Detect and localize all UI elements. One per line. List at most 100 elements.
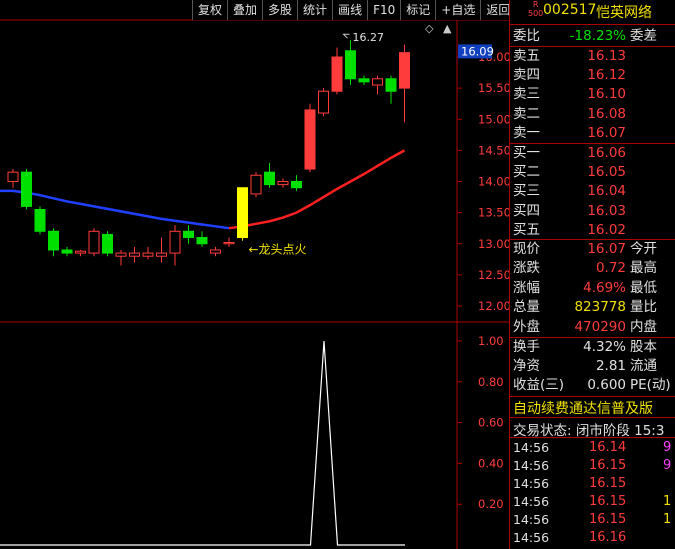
tick-vol: 1: [663, 494, 672, 509]
badge-bottom: 500: [528, 9, 544, 18]
quote2-row-right: PE(动): [630, 377, 671, 394]
candle-body: [318, 90, 329, 114]
quote-row-right: 今开: [630, 241, 657, 257]
ask-row: 卖二 16.08: [513, 105, 675, 124]
candle-body: [48, 230, 59, 251]
tick-price: 16.15: [589, 512, 627, 527]
promo-banner[interactable]: 自动续费通达信普及版: [513, 398, 653, 418]
bid-row-label: 买一: [513, 145, 540, 161]
tick-time: 14:56: [513, 512, 550, 527]
candle-body: [169, 230, 181, 254]
candle-body: [183, 230, 194, 239]
price-tick-label: 14.50: [478, 143, 509, 157]
quote-panel: R 500 002517 恺英网络 委比 -18.23% 委差 卖五 16.13 卖…: [509, 0, 675, 549]
high-annotation: 16.27: [353, 31, 385, 44]
quote2-row-right: 股本: [630, 339, 657, 355]
candle-body: [250, 174, 262, 195]
signal-annotation: ←龙头点火: [249, 243, 307, 257]
tick-price: 16.15: [589, 494, 627, 509]
ask-row-label: 卖三: [513, 86, 540, 103]
tick-vol: 9: [663, 458, 672, 473]
quote-row-right: 量比: [630, 299, 657, 316]
bid-row-label: 买二: [513, 164, 540, 181]
ind-tick-label: 1.00: [478, 334, 504, 348]
divider: [510, 417, 675, 418]
quote-row-right: 最高: [630, 260, 657, 277]
candle-body: [264, 171, 275, 186]
candle-body: [102, 233, 113, 254]
quote-row-right: 内盘: [630, 318, 657, 335]
candle-body: [34, 209, 46, 232]
candle-body: [196, 237, 208, 245]
bid-row: 买二 16.05: [513, 163, 675, 182]
candle-body: [304, 109, 316, 170]
bid-row-value: 16.06: [587, 145, 626, 161]
quote2-row-value: 4.32%: [583, 339, 626, 355]
bid-row-label: 买四: [513, 202, 540, 219]
tick-row: 14:56 16.16: [513, 528, 675, 547]
toolbar-button-7[interactable]: +自选: [435, 0, 481, 20]
divider: [510, 24, 675, 25]
candle-body: [88, 230, 100, 254]
price-tick-label: 12.50: [478, 268, 509, 282]
bid-row-value: 16.05: [587, 164, 626, 181]
quote-row-value: 470290: [574, 318, 626, 335]
toolbar-button-2[interactable]: 多股: [262, 0, 298, 20]
bid-row: 买五 16.02: [513, 221, 675, 240]
quote-row-right: 最低: [630, 279, 657, 296]
diamond-icon[interactable]: ◇: [425, 22, 433, 35]
weicha-label: 委差: [630, 28, 657, 44]
weibi-value: -18.23%: [569, 28, 626, 44]
tick-time: 14:56: [513, 440, 550, 455]
quote2-row: 换手 4.32% 股本: [513, 338, 675, 357]
ask-row: 卖三 16.10: [513, 85, 675, 104]
tick-row: 14:56 16.15 1: [513, 510, 675, 529]
candle-body: [291, 181, 302, 189]
quote-row: 外盘 470290 内盘: [513, 318, 675, 337]
candle-body: [345, 50, 356, 80]
toolbar-button-4[interactable]: 画线: [332, 0, 368, 20]
ind-tick-label: 0.40: [478, 456, 504, 470]
toolbar-button-5[interactable]: F10: [367, 0, 401, 20]
ask-row: 卖一 16.07: [513, 124, 675, 143]
ask-row-value: 16.12: [587, 67, 626, 84]
quote2-row-right: 流通: [630, 358, 657, 375]
price-tick-label: 15.00: [478, 112, 509, 126]
quote2-row-label: 换手: [513, 339, 540, 355]
quote-row-label: 总量: [513, 299, 540, 316]
ask-row: 卖五 16.13: [513, 47, 675, 66]
kline-chart[interactable]: 16.0015.5015.0014.5014.0013.5013.0012.50…: [0, 0, 509, 549]
ask-row-label: 卖二: [513, 105, 540, 122]
toolbar-button-0[interactable]: 复权: [192, 0, 228, 20]
candle-body: [358, 78, 370, 83]
tick-price: 16.15: [589, 476, 627, 491]
toolbar-button-3[interactable]: 统计: [297, 0, 333, 20]
ind-tick-label: 0.60: [478, 416, 504, 430]
ask-row-value: 16.10: [587, 86, 626, 103]
high-marker-icon: [342, 33, 350, 39]
quote-row-label: 外盘: [513, 318, 540, 335]
quote-row: 现价 16.07 今开: [513, 240, 675, 259]
bid-row-value: 16.02: [587, 221, 626, 238]
toolbar-button-6[interactable]: 标记: [400, 0, 436, 20]
ma-blue-line: [0, 189, 230, 230]
up-arrow-icon[interactable]: ▲: [443, 22, 451, 35]
candle-body: [223, 242, 235, 245]
candle-body: [75, 250, 86, 254]
quote-row-value: 16.07: [587, 241, 626, 257]
quote2-row-value: 2.81: [595, 358, 626, 375]
weibi-label: 委比: [513, 28, 540, 44]
quote-row-value: 4.69%: [583, 279, 626, 296]
candle-body: [7, 171, 19, 183]
ask-row-label: 卖四: [513, 67, 540, 84]
bid-row: 买三 16.04: [513, 182, 675, 201]
toolbar: 复权 叠加 多股 统计 画线 F10 标记 +自选 返回: [192, 0, 516, 20]
quote-row-label: 现价: [513, 241, 540, 257]
toolbar-button-1[interactable]: 叠加: [227, 0, 263, 20]
tick-time: 14:56: [513, 458, 550, 473]
quote-row: 涨幅 4.69% 最低: [513, 279, 675, 298]
ask-row: 卖四 16.12: [513, 66, 675, 85]
price-tick-label: 15.50: [478, 81, 509, 95]
bid-row-value: 16.03: [587, 202, 626, 219]
candle-body: [372, 78, 383, 86]
